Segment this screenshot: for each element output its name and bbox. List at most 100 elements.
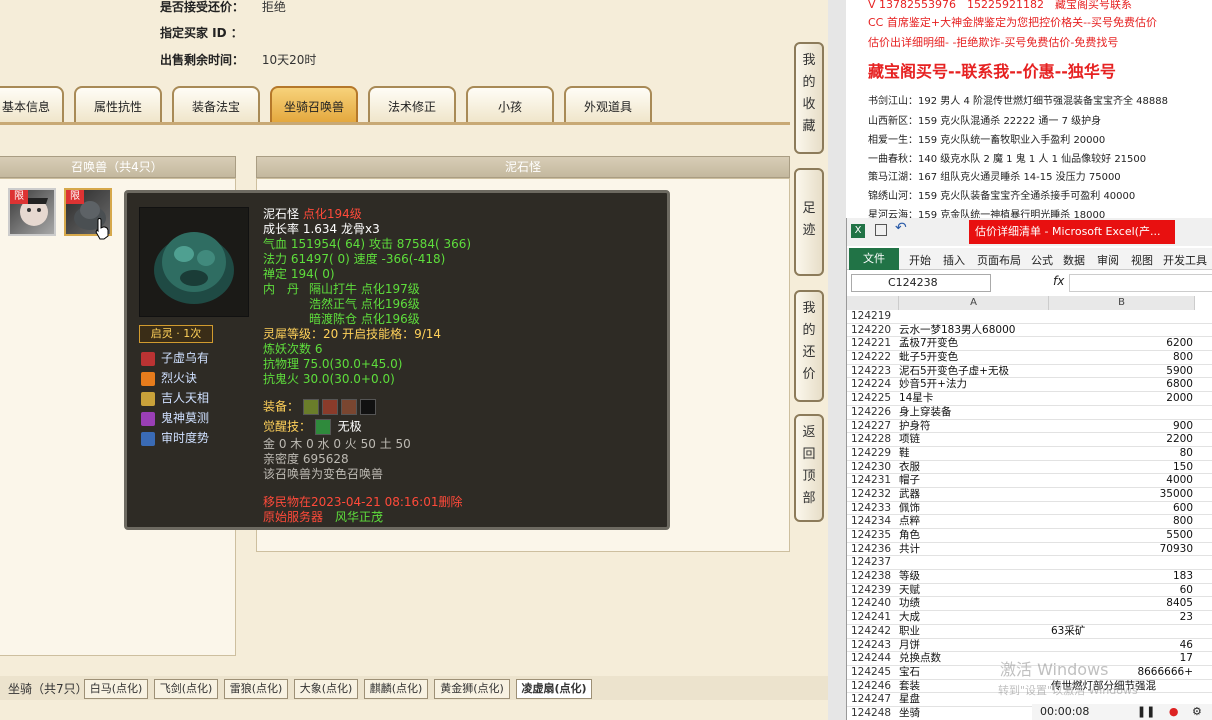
cell-b[interactable]: 70930 bbox=[1049, 543, 1193, 557]
equip-slot-icon[interactable] bbox=[302, 399, 319, 415]
table-row[interactable]: 124235 角色 5500 bbox=[847, 529, 1212, 543]
select-all-corner[interactable] bbox=[847, 296, 899, 310]
table-row[interactable]: 124219 bbox=[847, 310, 1212, 324]
menu-formulas[interactable]: 公式 bbox=[1031, 252, 1053, 268]
row-number[interactable]: 124237 bbox=[851, 556, 899, 570]
table-row[interactable]: 124230 衣服 150 bbox=[847, 461, 1212, 475]
tab-basic-info[interactable]: 基本信息 bbox=[0, 86, 64, 124]
mount-tab[interactable]: 黄金狮(点化) bbox=[434, 679, 510, 699]
cell-b[interactable]: 2000 bbox=[1049, 392, 1193, 406]
cell-a[interactable]: 天赋 bbox=[899, 584, 1049, 598]
cell-b[interactable]: 800 bbox=[1049, 515, 1193, 529]
table-row[interactable]: 124242 职业 63采矿 bbox=[847, 625, 1212, 639]
table-row[interactable]: 124236 共计 70930 bbox=[847, 543, 1212, 557]
table-row[interactable]: 124227 护身符 900 bbox=[847, 420, 1212, 434]
row-number[interactable]: 124222 bbox=[851, 351, 899, 365]
menu-review[interactable]: 审阅 bbox=[1097, 252, 1119, 268]
cell-a[interactable]: 妙音5开+法力 bbox=[899, 378, 1049, 392]
table-row[interactable]: 124226 身上穿装备 bbox=[847, 406, 1212, 420]
cell-b[interactable]: 35000 bbox=[1049, 488, 1193, 502]
save-icon[interactable] bbox=[875, 224, 887, 236]
pause-icon[interactable]: ❚❚ bbox=[1137, 705, 1155, 718]
row-number[interactable]: 124234 bbox=[851, 515, 899, 529]
cell-a[interactable]: 云水一梦183男人68000 bbox=[899, 324, 1049, 338]
row-number[interactable]: 124244 bbox=[851, 652, 899, 666]
cell-b[interactable]: 4000 bbox=[1049, 474, 1193, 488]
equip-slot-empty-icon[interactable] bbox=[359, 399, 376, 415]
undo-icon[interactable]: ↶ bbox=[895, 220, 907, 236]
formula-bar[interactable] bbox=[1069, 274, 1212, 292]
mount-tab[interactable]: 飞剑(点化) bbox=[154, 679, 218, 699]
table-row[interactable]: 124237 bbox=[847, 556, 1212, 571]
tab-appearance[interactable]: 外观道具 bbox=[564, 86, 652, 124]
name-box[interactable]: C124238 bbox=[851, 274, 991, 292]
row-number[interactable]: 124220 bbox=[851, 324, 899, 338]
fx-icon[interactable]: fx bbox=[1053, 274, 1064, 288]
table-row[interactable]: 124222 蚍子5开变色 800 bbox=[847, 351, 1212, 365]
cell-a[interactable]: 共计 bbox=[899, 543, 1049, 557]
table-row[interactable]: 124243 月饼 46 bbox=[847, 639, 1212, 653]
menu-developer[interactable]: 开发工具 bbox=[1163, 252, 1207, 268]
equip-slot-icon[interactable] bbox=[321, 399, 338, 415]
table-row[interactable]: 124225 14星卡 2000 bbox=[847, 392, 1212, 406]
table-row[interactable]: 124238 等级 183 bbox=[847, 570, 1212, 584]
row-number[interactable]: 124241 bbox=[851, 611, 899, 625]
table-row[interactable]: 124232 武器 35000 bbox=[847, 488, 1212, 502]
cell-b[interactable]: 46 bbox=[1049, 639, 1193, 653]
row-number[interactable]: 124226 bbox=[851, 406, 899, 420]
menu-page-layout[interactable]: 页面布局 bbox=[977, 252, 1021, 268]
row-number[interactable]: 124233 bbox=[851, 502, 899, 516]
cell-a[interactable]: 14星卡 bbox=[899, 392, 1049, 406]
cell-a[interactable]: 月饼 bbox=[899, 639, 1049, 653]
cell-b[interactable]: 60 bbox=[1049, 584, 1193, 598]
table-row[interactable]: 124241 大成 23 bbox=[847, 611, 1212, 625]
menu-insert[interactable]: 插入 bbox=[943, 252, 965, 268]
cell-a[interactable]: 蚍子5开变色 bbox=[899, 351, 1049, 365]
row-number[interactable]: 124224 bbox=[851, 378, 899, 392]
cell-b[interactable]: 23 bbox=[1049, 611, 1193, 625]
row-number[interactable]: 124238 bbox=[851, 570, 899, 584]
cell-b[interactable]: 80 bbox=[1049, 447, 1193, 461]
row-number[interactable]: 124228 bbox=[851, 433, 899, 447]
table-row[interactable]: 124223 泥石5开变色子虚+无极 5900 bbox=[847, 365, 1212, 379]
cell-b[interactable]: 800 bbox=[1049, 351, 1193, 365]
my-favorites-button[interactable]: 我的收藏 bbox=[794, 42, 824, 154]
row-number[interactable]: 124219 bbox=[851, 310, 899, 324]
tab-children[interactable]: 小孩 bbox=[466, 86, 554, 124]
table-row[interactable]: 124240 功绩 8405 bbox=[847, 597, 1212, 612]
cell-b[interactable]: 150 bbox=[1049, 461, 1193, 475]
row-number[interactable]: 124236 bbox=[851, 543, 899, 557]
cell-a[interactable]: 武器 bbox=[899, 488, 1049, 502]
mount-tab[interactable]: 白马(点化) bbox=[84, 679, 148, 699]
row-number[interactable]: 124242 bbox=[851, 625, 899, 639]
table-row[interactable]: 124221 孟极7开变色 6200 bbox=[847, 337, 1212, 352]
row-number[interactable]: 124221 bbox=[851, 337, 899, 351]
tab-equipment[interactable]: 装备法宝 bbox=[172, 86, 260, 124]
cell-b[interactable]: 900 bbox=[1049, 420, 1193, 434]
cell-b[interactable]: 6200 bbox=[1049, 337, 1193, 351]
cell-a[interactable]: 项链 bbox=[899, 433, 1049, 447]
table-row[interactable]: 124234 点粹 800 bbox=[847, 515, 1212, 529]
row-number[interactable]: 124239 bbox=[851, 584, 899, 598]
tab-mounts-pets[interactable]: 坐骑召唤兽 bbox=[270, 86, 358, 124]
back-to-top-button[interactable]: 返回顶部 bbox=[794, 414, 824, 522]
cell-b[interactable]: 5900 bbox=[1049, 365, 1193, 379]
cell-a[interactable]: 点粹 bbox=[899, 515, 1049, 529]
cell-b[interactable]: 183 bbox=[1049, 570, 1193, 584]
stop-record-icon[interactable]: ● bbox=[1169, 705, 1179, 718]
table-row[interactable]: 124239 天赋 60 bbox=[847, 584, 1212, 598]
menu-home[interactable]: 开始 bbox=[909, 252, 931, 268]
cell-b[interactable]: 5500 bbox=[1049, 529, 1193, 543]
cell-b[interactable]: 63采矿 bbox=[1049, 625, 1193, 639]
menu-data[interactable]: 数据 bbox=[1063, 252, 1085, 268]
cell-a[interactable]: 角色 bbox=[899, 529, 1049, 543]
row-number[interactable]: 124229 bbox=[851, 447, 899, 461]
cell-a[interactable]: 职业 bbox=[899, 625, 1049, 639]
row-number[interactable]: 124230 bbox=[851, 461, 899, 475]
menu-view[interactable]: 视图 bbox=[1131, 252, 1153, 268]
cell-a[interactable]: 功绩 bbox=[899, 597, 1049, 611]
column-header-b[interactable]: B bbox=[1049, 296, 1195, 310]
table-row[interactable]: 124233 佩饰 600 bbox=[847, 502, 1212, 516]
tab-attributes[interactable]: 属性抗性 bbox=[74, 86, 162, 124]
cell-a[interactable]: 帽子 bbox=[899, 474, 1049, 488]
